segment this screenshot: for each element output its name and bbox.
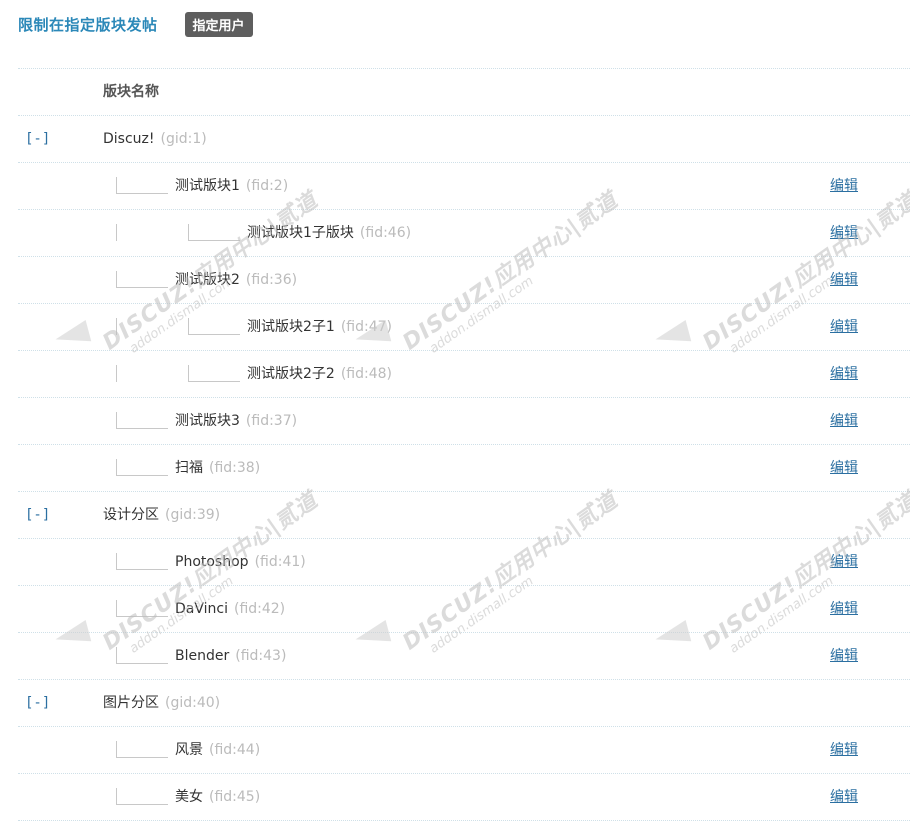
- forum-name: 美女 (fid:45): [175, 774, 260, 820]
- tree-connector: [116, 304, 120, 350]
- forum-name: 测试版块2子1 (fid:47): [247, 304, 392, 350]
- tree-connector: [116, 398, 170, 444]
- tree-connector: [188, 210, 242, 256]
- forum-id: (fid:38): [209, 460, 261, 476]
- edit-link[interactable]: 编辑: [830, 351, 858, 397]
- table-header-row: 版块名称: [18, 69, 910, 116]
- forum-id: (fid:2): [245, 178, 289, 194]
- table-row: 测试版块1 (fid:2) 编辑: [18, 163, 910, 210]
- forum-id: (fid:43): [235, 648, 287, 664]
- forum-name-label: 设计分区: [103, 507, 159, 523]
- edit-link[interactable]: 编辑: [830, 257, 858, 303]
- table-row: 测试版块2子2 (fid:48) 编辑: [18, 351, 910, 398]
- tree-connector: [116, 633, 170, 679]
- forum-name-label: 美女: [175, 789, 203, 805]
- forum-name: 测试版块1 (fid:2): [175, 163, 288, 209]
- tree-connector: [116, 539, 170, 585]
- forum-name-label: 测试版块1子版块: [247, 225, 354, 241]
- forum-id: (fid:45): [209, 789, 261, 805]
- forum-name-label: Discuz!: [103, 131, 155, 147]
- table-row: Blender (fid:43) 编辑: [18, 633, 910, 680]
- collapse-toggle[interactable]: [-]: [25, 116, 50, 162]
- tree-connector: [116, 586, 170, 632]
- tree-connector: [116, 727, 170, 773]
- column-header-forum-name: 版块名称: [103, 84, 159, 100]
- edit-link[interactable]: 编辑: [830, 586, 858, 632]
- page-header: 限制在指定版块发帖 指定用户: [18, 10, 253, 38]
- tree-connector: [188, 351, 242, 397]
- table-row-group: [-] Discuz! (gid:1): [18, 116, 910, 163]
- edit-link[interactable]: 编辑: [830, 398, 858, 444]
- forum-name: Photoshop (fid:41): [175, 539, 306, 585]
- page-title: 限制在指定版块发帖: [18, 15, 158, 34]
- forum-name: 测试版块2 (fid:36): [175, 257, 297, 303]
- edit-link[interactable]: 编辑: [830, 304, 858, 350]
- forum-name: 测试版块3 (fid:37): [175, 398, 297, 444]
- forum-name-label: 图片分区: [103, 695, 159, 711]
- forum-id: (gid:39): [165, 507, 221, 523]
- forum-id: (gid:1): [160, 131, 207, 147]
- edit-link[interactable]: 编辑: [830, 163, 858, 209]
- forum-name-label: DaVinci: [175, 601, 228, 617]
- forum-name: 测试版块2子2 (fid:48): [247, 351, 392, 397]
- tree-connector: [116, 774, 170, 820]
- forum-name: 测试版块1子版块 (fid:46): [247, 210, 411, 256]
- forum-name: Blender (fid:43): [175, 633, 286, 679]
- edit-link[interactable]: 编辑: [830, 210, 858, 256]
- forum-name-label: 测试版块3: [175, 413, 240, 429]
- forum-id: (fid:46): [359, 225, 412, 241]
- forum-name-label: 测试版块2子2: [247, 366, 335, 382]
- collapse-toggle[interactable]: [-]: [25, 680, 50, 726]
- edit-link[interactable]: 编辑: [830, 774, 858, 820]
- assign-user-button[interactable]: 指定用户: [184, 11, 253, 37]
- forum-id: (fid:37): [245, 413, 298, 429]
- forum-name-label: 风景: [175, 742, 203, 758]
- table-row: 测试版块3 (fid:37) 编辑: [18, 398, 910, 445]
- table-row: Photoshop (fid:41) 编辑: [18, 539, 910, 586]
- forum-name: 设计分区 (gid:39): [103, 492, 220, 538]
- collapse-toggle[interactable]: [-]: [25, 492, 50, 538]
- forum-name: 扫福 (fid:38): [175, 445, 260, 491]
- forum-name-label: 测试版块1: [175, 178, 240, 194]
- forum-id: (fid:41): [254, 554, 306, 570]
- edit-link[interactable]: 编辑: [830, 727, 858, 773]
- forum-name-label: 测试版块2子1: [247, 319, 335, 335]
- edit-link[interactable]: 编辑: [830, 633, 858, 679]
- forum-id: (fid:47): [340, 319, 392, 335]
- forum-id: (gid:40): [165, 695, 221, 711]
- forum-name-label: 测试版块2: [175, 272, 240, 288]
- forum-id: (fid:44): [209, 742, 261, 758]
- edit-link[interactable]: 编辑: [830, 539, 858, 585]
- tree-connector: [116, 257, 170, 303]
- forum-name: 风景 (fid:44): [175, 727, 260, 773]
- table-row: 美女 (fid:45) 编辑: [18, 774, 910, 821]
- tree-connector: [188, 304, 242, 350]
- forum-name: 图片分区 (gid:40): [103, 680, 220, 726]
- forum-name: DaVinci (fid:42): [175, 586, 285, 632]
- forum-name: Discuz! (gid:1): [103, 116, 207, 162]
- forum-name-label: Blender: [175, 648, 230, 664]
- tree-connector: [116, 351, 120, 397]
- table-row: 测试版块2 (fid:36) 编辑: [18, 257, 910, 304]
- forum-id: (fid:48): [340, 366, 392, 382]
- forum-name-label: 扫福: [175, 460, 203, 476]
- table-row: 测试版块1子版块 (fid:46) 编辑: [18, 210, 910, 257]
- forum-name-label: Photoshop: [175, 554, 249, 570]
- tree-connector: [116, 445, 170, 491]
- table-row: DaVinci (fid:42) 编辑: [18, 586, 910, 633]
- edit-link[interactable]: 编辑: [830, 445, 858, 491]
- table-row: 测试版块2子1 (fid:47) 编辑: [18, 304, 910, 351]
- tree-connector: [116, 163, 170, 209]
- table-row-group: [-] 设计分区 (gid:39): [18, 492, 910, 539]
- table-row: 风景 (fid:44) 编辑: [18, 727, 910, 774]
- table-row-group: [-] 图片分区 (gid:40): [18, 680, 910, 727]
- forum-id: (fid:42): [233, 601, 286, 617]
- table-row: 扫福 (fid:38) 编辑: [18, 445, 910, 492]
- forum-id: (fid:36): [245, 272, 298, 288]
- forum-table: 版块名称 [-] Discuz! (gid:1) 测试版块1 (fid:2) 编辑 测试版块…: [18, 68, 910, 821]
- tree-connector: [116, 210, 120, 256]
